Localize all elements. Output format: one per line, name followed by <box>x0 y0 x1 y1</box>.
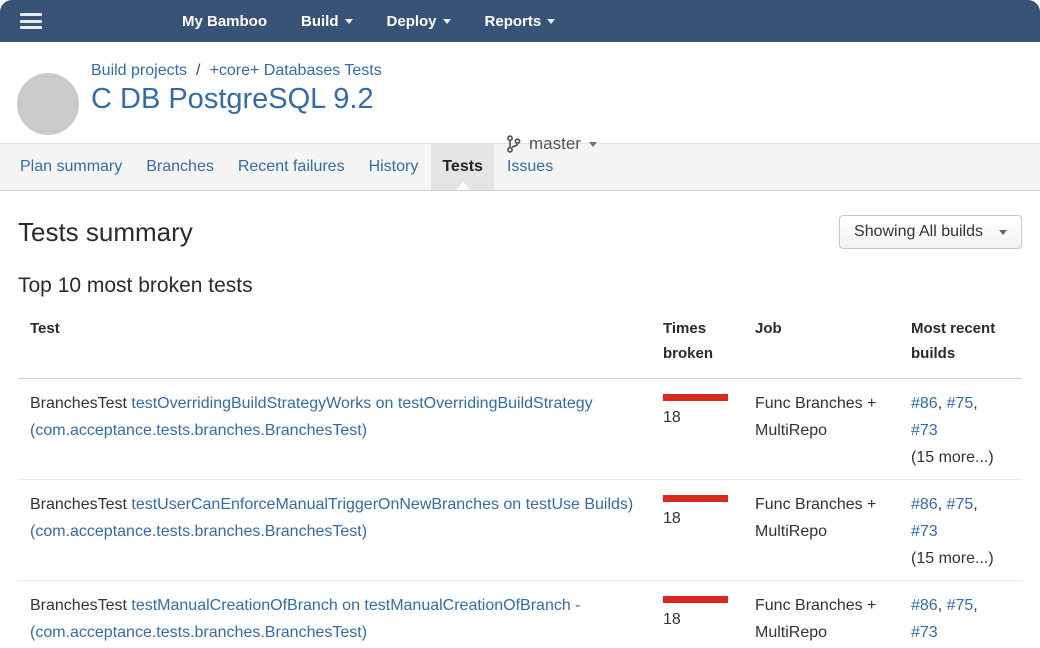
build-link[interactable]: #73 <box>911 523 938 540</box>
chevron-down-icon <box>547 19 555 24</box>
table-row: BranchesTest testOverridingBuildStrategy… <box>18 379 1022 480</box>
nav-item-label: Deploy <box>387 13 437 30</box>
more-builds-label: (15 more...) <box>911 444 1008 471</box>
build-link[interactable]: #73 <box>911 624 938 641</box>
job-cell: Func Branches + MultiRepo <box>755 491 911 572</box>
nav-item-label: Build <box>301 13 339 30</box>
active-tab-notch <box>456 182 470 190</box>
plan-tabs: Plan summary Branches Recent failures Hi… <box>0 143 1040 191</box>
times-broken-cell: 18 <box>663 390 755 471</box>
build-link[interactable]: #86 <box>911 496 938 513</box>
chevron-down-icon <box>999 230 1007 235</box>
test-name-cell: BranchesTest testManualCreationOfBranch … <box>30 592 663 648</box>
builds-filter-label: Showing All builds <box>854 223 983 241</box>
times-broken-bar <box>663 596 728 603</box>
hamburger-menu-icon[interactable] <box>20 13 42 29</box>
col-header-job: Job <box>755 316 911 366</box>
test-name-cell: BranchesTest testUserCanEnforceManualTri… <box>30 491 663 572</box>
test-class-label: BranchesTest <box>30 496 131 513</box>
bamboo-page: My Bamboo Build Deploy Reports Build pro… <box>0 0 1040 648</box>
col-header-test: Test <box>30 316 663 366</box>
plan-header: Build projects / +core+ Databases Tests C … <box>0 42 1040 143</box>
build-link[interactable]: #86 <box>911 597 938 614</box>
times-broken-cell: 18 <box>663 491 755 572</box>
page-title: C DB PostgreSQL 9.2 <box>91 83 374 116</box>
top-navbar: My Bamboo Build Deploy Reports <box>0 0 1040 42</box>
times-broken-bar <box>663 394 728 401</box>
tab-label: Recent failures <box>238 158 345 176</box>
times-broken-value: 18 <box>663 404 741 431</box>
broken-tests-table: Test Times broken Job Most recent builds… <box>18 316 1022 648</box>
tab-label: Plan summary <box>20 158 122 176</box>
tab-label: Issues <box>507 158 553 176</box>
tab-branches[interactable]: Branches <box>135 144 225 190</box>
tab-label: Tests <box>442 158 483 176</box>
nav-item-reports[interactable]: Reports <box>485 13 556 30</box>
tab-history[interactable]: History <box>358 144 430 190</box>
build-separator: , <box>938 597 947 614</box>
job-cell: Func Branches + MultiRepo <box>755 592 911 648</box>
breadcrumb-separator: / <box>196 62 200 79</box>
main-content: Tests summary Showing All builds Top 10 … <box>0 215 1040 648</box>
times-broken-value: 18 <box>663 606 741 633</box>
build-link[interactable]: #75 <box>947 496 974 513</box>
table-row: BranchesTest testUserCanEnforceManualTri… <box>18 480 1022 581</box>
nav-item-my-bamboo[interactable]: My Bamboo <box>182 13 267 30</box>
build-link[interactable]: #75 <box>947 395 974 412</box>
build-link[interactable]: #86 <box>911 395 938 412</box>
nav-item-deploy[interactable]: Deploy <box>387 13 451 30</box>
test-class-label: BranchesTest <box>30 597 131 614</box>
chevron-down-icon <box>443 19 451 24</box>
tab-recent-failures[interactable]: Recent failures <box>227 144 356 190</box>
tab-plan-summary[interactable]: Plan summary <box>9 144 133 190</box>
col-header-most-recent-builds: Most recent builds <box>911 316 1022 366</box>
table-row: BranchesTest testManualCreationOfBranch … <box>18 581 1022 648</box>
tab-label: Branches <box>146 158 214 176</box>
nav-item-label: My Bamboo <box>182 13 267 30</box>
tab-label: History <box>369 158 419 176</box>
nav-items: My Bamboo Build Deploy Reports <box>182 13 555 30</box>
chevron-down-icon <box>345 19 353 24</box>
test-name-cell: BranchesTest testOverridingBuildStrategy… <box>30 390 663 471</box>
times-broken-cell: 18 <box>663 592 755 648</box>
times-broken-value: 18 <box>663 505 741 532</box>
recent-builds-cell: #86, #75, #73 (15 more...) <box>911 390 1022 471</box>
breadcrumb-build-projects[interactable]: Build projects <box>91 62 187 79</box>
breadcrumb-project[interactable]: +core+ Databases Tests <box>210 62 382 79</box>
col-header-times-broken: Times broken <box>663 316 755 366</box>
recent-builds-cell: #86, #75, #73 (15 more...) <box>911 491 1022 572</box>
more-builds-label: (15 more...) <box>911 545 1008 572</box>
build-separator: , <box>973 395 977 412</box>
build-link[interactable]: #75 <box>947 597 974 614</box>
broken-tests-subheading: Top 10 most broken tests <box>18 274 1022 298</box>
build-separator: , <box>938 496 947 513</box>
tab-tests[interactable]: Tests <box>431 144 494 190</box>
job-cell: Func Branches + MultiRepo <box>755 390 911 471</box>
build-separator: , <box>938 395 947 412</box>
breadcrumb: Build projects / +core+ Databases Tests <box>91 62 382 80</box>
chevron-down-icon <box>589 142 597 147</box>
plan-avatar <box>17 73 79 135</box>
build-link[interactable]: #73 <box>911 422 938 439</box>
nav-item-label: Reports <box>485 13 542 30</box>
builds-filter-button[interactable]: Showing All builds <box>839 215 1022 249</box>
test-class-label: BranchesTest <box>30 395 131 412</box>
table-header-row: Test Times broken Job Most recent builds <box>18 316 1022 379</box>
build-separator: , <box>973 597 977 614</box>
tab-issues[interactable]: Issues <box>496 144 564 190</box>
nav-item-build[interactable]: Build <box>301 13 353 30</box>
times-broken-bar <box>663 495 728 502</box>
build-separator: , <box>973 496 977 513</box>
recent-builds-cell: #86, #75, #73 (15 more...) <box>911 592 1022 648</box>
tests-summary-heading: Tests summary <box>18 217 193 248</box>
